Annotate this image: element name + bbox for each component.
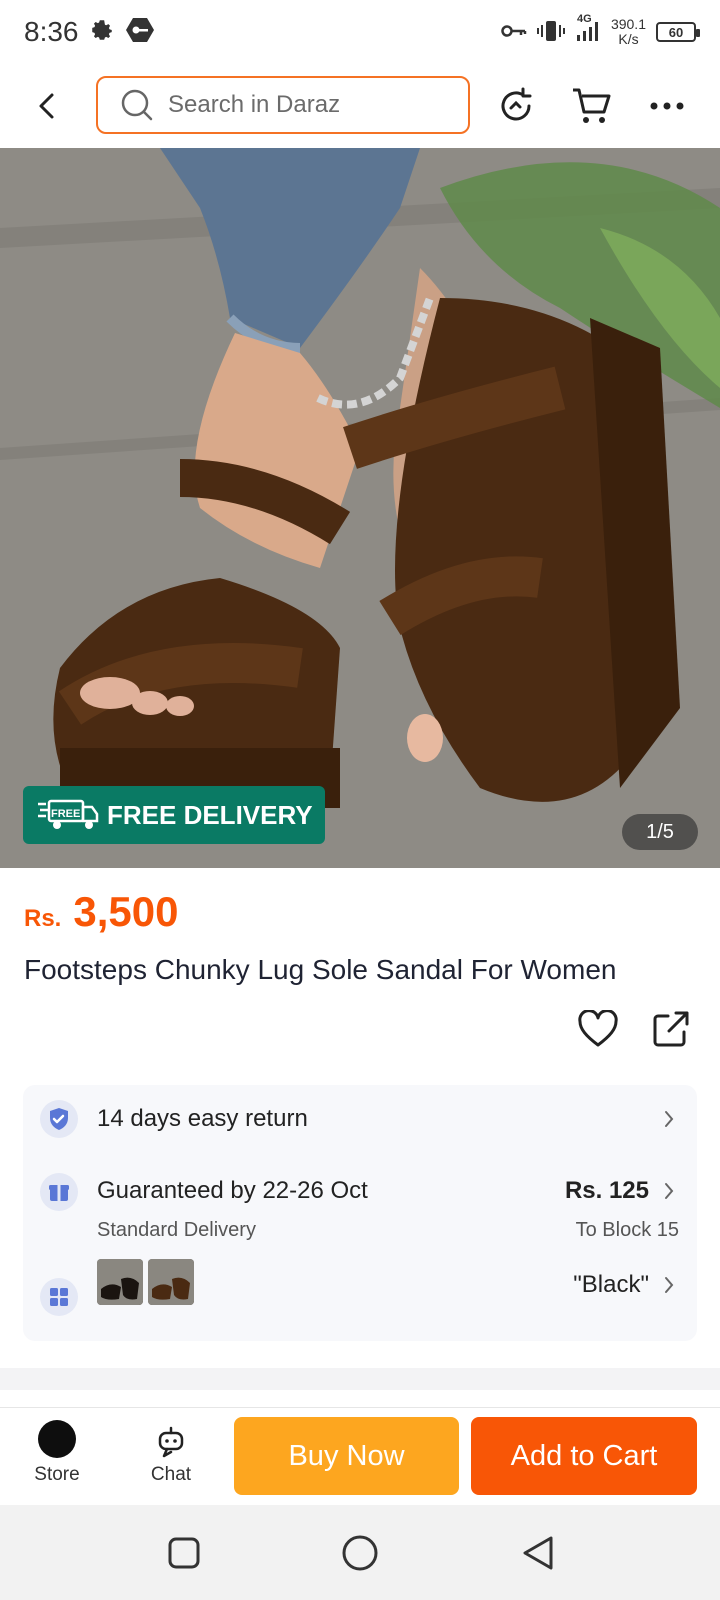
- delivery-fee: Rs. 125: [564, 1177, 649, 1204]
- share-button[interactable]: [652, 1010, 696, 1054]
- key-icon: [501, 23, 527, 42]
- history-button[interactable]: [492, 82, 540, 130]
- price-currency: Rs.: [24, 905, 62, 932]
- more-dots-icon: [650, 102, 684, 110]
- status-bar: 8:36 4G 390.1 K/s 60: [0, 0, 720, 64]
- network-type: 4G: [576, 12, 592, 25]
- product-photo: [0, 148, 720, 868]
- buy-now-button[interactable]: Buy Now: [234, 1417, 459, 1495]
- share-icon: [653, 1011, 689, 1047]
- search-input[interactable]: Search in Daraz: [96, 76, 470, 134]
- delivery-guarantee-text: Guaranteed by 22-26 Oct: [97, 1177, 368, 1204]
- search-placeholder: Search in Daraz: [168, 91, 341, 118]
- cart-icon: [573, 88, 611, 123]
- photo-counter: 1/5: [622, 814, 698, 850]
- heart-icon: [578, 1009, 618, 1047]
- more-options-button[interactable]: [643, 82, 691, 130]
- product-title: Footsteps Chunky Lug Sole Sandal For Wom…: [24, 954, 617, 985]
- top-header: Search in Daraz: [0, 64, 720, 148]
- free-delivery-badge: FREE FREE DELIVERY: [23, 786, 325, 844]
- return-policy-text: 14 days easy return: [97, 1105, 308, 1132]
- cellular-signal-icon: 4G: [575, 13, 601, 46]
- system-navigation-bar: [0, 1505, 720, 1600]
- add-to-cart-button[interactable]: Add to Cart: [471, 1417, 697, 1495]
- search-icon: [121, 89, 153, 121]
- selected-variant: "Black": [573, 1271, 649, 1298]
- chat-button[interactable]: Chat: [136, 1420, 206, 1486]
- network-speed: 390.1 K/s: [610, 16, 646, 47]
- delivery-location: To Block 15: [575, 1219, 679, 1241]
- vibrate-icon: [536, 19, 565, 46]
- bottom-action-bar: Store Chat Buy Now Add to Cart: [0, 1407, 720, 1505]
- wishlist-button[interactable]: [578, 1009, 622, 1054]
- chat-label: Chat: [150, 1464, 192, 1485]
- back-button[interactable]: [22, 81, 72, 131]
- price-value: 3,500: [73, 888, 179, 935]
- product-image-carousel[interactable]: FREE FREE DELIVERY 1/5: [0, 148, 720, 868]
- shield-check-icon: [40, 1100, 78, 1138]
- return-policy-chevron-icon[interactable]: [661, 1107, 677, 1131]
- cart-button[interactable]: [568, 82, 616, 130]
- refresh-history-icon: [501, 87, 532, 121]
- free-delivery-text: FREE DELIVERY: [107, 799, 313, 830]
- circle-home-icon: [342, 1535, 378, 1571]
- section-divider: [0, 1368, 720, 1390]
- vpn-key-badge-icon: [125, 17, 155, 48]
- delivery-truck-icon: FREE: [38, 799, 99, 829]
- variant-thumbnail[interactable]: [148, 1259, 194, 1305]
- status-time: 8:36: [24, 16, 79, 47]
- battery-icon: 60: [656, 22, 700, 42]
- delivery-chevron-icon[interactable]: [661, 1179, 677, 1203]
- gear-icon: [89, 17, 115, 48]
- gift-box-icon: [40, 1173, 78, 1211]
- grid-variants-icon: [40, 1278, 78, 1316]
- badge-tag-text: FREE: [51, 808, 80, 820]
- store-avatar: [38, 1420, 76, 1458]
- recents-button[interactable]: [164, 1533, 204, 1573]
- chat-bot-icon: [158, 1426, 184, 1458]
- square-recents-icon: [168, 1537, 200, 1569]
- home-button[interactable]: [340, 1533, 380, 1573]
- nav-back-button[interactable]: [518, 1533, 558, 1573]
- variant-chevron-icon[interactable]: [661, 1273, 677, 1297]
- triangle-back-icon: [523, 1536, 553, 1570]
- delivery-info-card: 14 days easy return Guaranteed by 22-26 …: [23, 1085, 697, 1341]
- price: Rs. 3,500: [24, 888, 178, 936]
- store-button[interactable]: Store: [22, 1420, 92, 1486]
- store-label: Store: [34, 1464, 80, 1485]
- chevron-left-icon: [39, 93, 54, 119]
- delivery-type-text: Standard Delivery: [97, 1219, 256, 1241]
- variant-thumbnail[interactable]: [97, 1259, 143, 1305]
